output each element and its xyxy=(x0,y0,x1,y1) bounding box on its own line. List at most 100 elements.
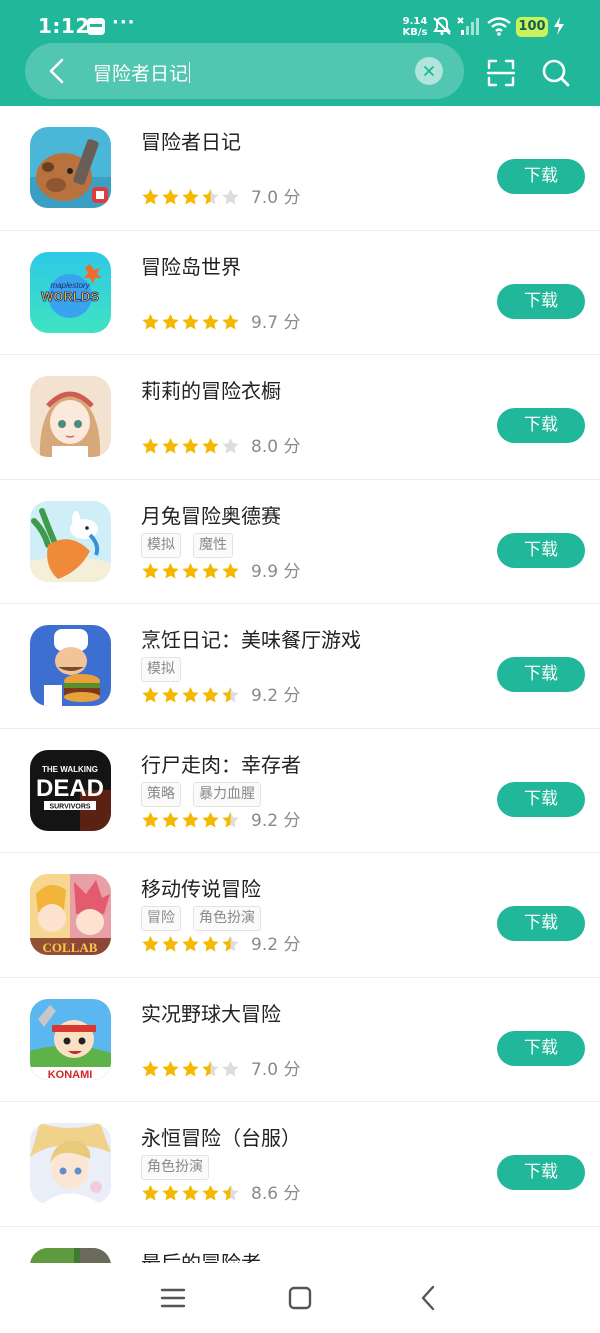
app-icon-moon-rabbit xyxy=(30,500,111,582)
star-full-icon xyxy=(161,313,180,332)
app-rating: 7.0 分 xyxy=(141,188,300,210)
list-item[interactable]: 最后的冒险者 下载 xyxy=(0,1226,600,1264)
search-input[interactable]: 冒险者日记 xyxy=(93,59,191,86)
download-button[interactable]: 下载 xyxy=(497,657,585,692)
list-item[interactable]: 冒险者日记 7.0 分 下载 xyxy=(0,106,600,231)
star-full-icon xyxy=(181,313,200,332)
wallet-notification-icon xyxy=(87,18,105,35)
tag[interactable]: 模拟 xyxy=(141,532,181,558)
search-results-list[interactable]: 冒险者日记 7.0 分 下载 maplestory WORLDS 冒险岛世界 9.… xyxy=(0,106,600,1263)
app-score: 7.0 分 xyxy=(251,1059,301,1080)
tag-list: 角色扮演 xyxy=(141,1155,221,1181)
app-score: 9.2 分 xyxy=(251,686,301,706)
download-button[interactable]: 下载 xyxy=(497,408,585,443)
star-full-icon xyxy=(161,686,180,705)
star-full-icon xyxy=(181,188,200,207)
star-half-icon xyxy=(221,811,240,830)
download-button[interactable]: 下载 xyxy=(497,532,585,568)
network-speed-value: 9.14 xyxy=(402,16,428,27)
text-cursor xyxy=(189,62,191,83)
app-name: 烹饪日记：美味餐厅游戏 xyxy=(141,628,361,652)
star-full-icon xyxy=(141,935,160,954)
list-item[interactable]: maplestory WORLDS 冒险岛世界 9.7 分 下载 xyxy=(0,230,600,355)
app-rating: 9.2 分 xyxy=(141,686,300,708)
star-full-icon xyxy=(161,188,180,207)
tag-list: 策略 暴力血腥 xyxy=(141,781,273,808)
signal-icon xyxy=(456,16,480,40)
star-full-icon xyxy=(161,811,180,830)
app-name: 移动传说冒险 xyxy=(141,877,261,901)
star-full-icon xyxy=(141,188,160,207)
star-rating xyxy=(141,686,241,705)
star-rating xyxy=(141,562,241,581)
mute-icon xyxy=(432,16,452,40)
app-rating: 7.0 分 xyxy=(141,1060,300,1082)
more-notifications-icon: ··· xyxy=(112,12,136,33)
app-icon-cooking-diary xyxy=(30,625,111,706)
chevron-left-icon xyxy=(49,58,64,84)
app-name: 永恒冒险（台服） xyxy=(141,1126,301,1150)
walking-dead-logo-top: THE WALKING xyxy=(42,765,98,774)
app-name: 最后的冒险者 xyxy=(141,1250,261,1264)
list-item[interactable]: KONAMI 实况野球大冒险 7.0 分 下载 xyxy=(0,977,600,1102)
tag[interactable]: 角色扮演 xyxy=(193,906,261,931)
app-rating: 9.7 分 xyxy=(141,313,300,335)
app-score: 8.0 分 xyxy=(251,437,301,457)
star-full-icon xyxy=(141,562,160,581)
app-icon-power-pros: KONAMI xyxy=(30,998,111,1080)
star-full-icon xyxy=(141,313,160,332)
download-button[interactable]: 下载 xyxy=(497,906,585,941)
star-full-icon xyxy=(161,935,180,954)
home-button[interactable] xyxy=(285,1283,315,1313)
back-button[interactable] xyxy=(45,57,69,85)
star-full-icon xyxy=(141,686,160,705)
search-button[interactable] xyxy=(541,57,571,89)
download-button[interactable]: 下载 xyxy=(497,781,585,817)
status-time: 1:12 xyxy=(38,14,90,38)
star-rating xyxy=(141,1060,241,1079)
app-rating: 8.0 分 xyxy=(141,437,300,459)
tag-list: 冒险 角色扮演 xyxy=(141,906,273,932)
star-half-icon xyxy=(221,935,240,954)
star-rating xyxy=(141,313,241,332)
tag[interactable]: 模拟 xyxy=(141,657,181,682)
star-empty-icon xyxy=(221,437,240,456)
star-full-icon xyxy=(181,811,200,830)
star-full-icon xyxy=(161,1184,180,1203)
star-full-icon xyxy=(181,686,200,705)
star-full-icon xyxy=(141,437,160,456)
list-item[interactable]: THE WALKING DEAD SURVIVORS 行尸走肉：幸存者 策略 暴力血腥… xyxy=(0,728,600,853)
download-button[interactable]: 下载 xyxy=(497,283,585,319)
tag[interactable]: 魔性 xyxy=(193,532,233,558)
list-item[interactable]: 月兔冒险奥德赛 模拟 魔性 9.9 分 下载 xyxy=(0,479,600,604)
scan-icon xyxy=(486,59,516,87)
home-icon xyxy=(288,1286,312,1310)
star-full-icon xyxy=(161,562,180,581)
download-button[interactable]: 下载 xyxy=(497,159,585,194)
tag[interactable]: 暴力血腥 xyxy=(193,781,261,807)
search-icon xyxy=(542,59,570,87)
app-icon-walking-dead: THE WALKING DEAD SURVIVORS xyxy=(30,749,111,831)
star-full-icon xyxy=(181,437,200,456)
download-button[interactable]: 下载 xyxy=(497,1030,585,1066)
download-button[interactable]: 下载 xyxy=(497,1155,585,1190)
search-bar[interactable] xyxy=(25,43,464,99)
tag[interactable]: 角色扮演 xyxy=(141,1155,209,1180)
star-full-icon xyxy=(201,686,220,705)
star-empty-icon xyxy=(221,1060,240,1079)
scan-button[interactable] xyxy=(486,58,516,88)
star-rating xyxy=(141,1184,241,1203)
recent-apps-button[interactable] xyxy=(158,1283,188,1313)
tag[interactable]: 冒险 xyxy=(141,906,181,931)
system-back-button[interactable] xyxy=(414,1283,444,1313)
app-rating: 9.2 分 xyxy=(141,811,300,833)
search-query: 冒险者日记 xyxy=(93,63,189,85)
list-item[interactable]: 永恒冒险（台服） 角色扮演 8.6 分 下载 xyxy=(0,1102,600,1227)
tag[interactable]: 策略 xyxy=(141,781,181,807)
clear-search-button[interactable] xyxy=(415,57,443,85)
star-rating xyxy=(141,811,241,830)
list-item[interactable]: 烹饪日记：美味餐厅游戏 模拟 9.2 分 下载 xyxy=(0,604,600,729)
list-item[interactable]: 莉莉的冒险衣橱 8.0 分 下载 xyxy=(0,355,600,480)
tag-list: 模拟 魔性 xyxy=(141,532,245,559)
list-item[interactable]: COLLAB 移动传说冒险 冒险 角色扮演 9.2 分 下载 xyxy=(0,853,600,978)
